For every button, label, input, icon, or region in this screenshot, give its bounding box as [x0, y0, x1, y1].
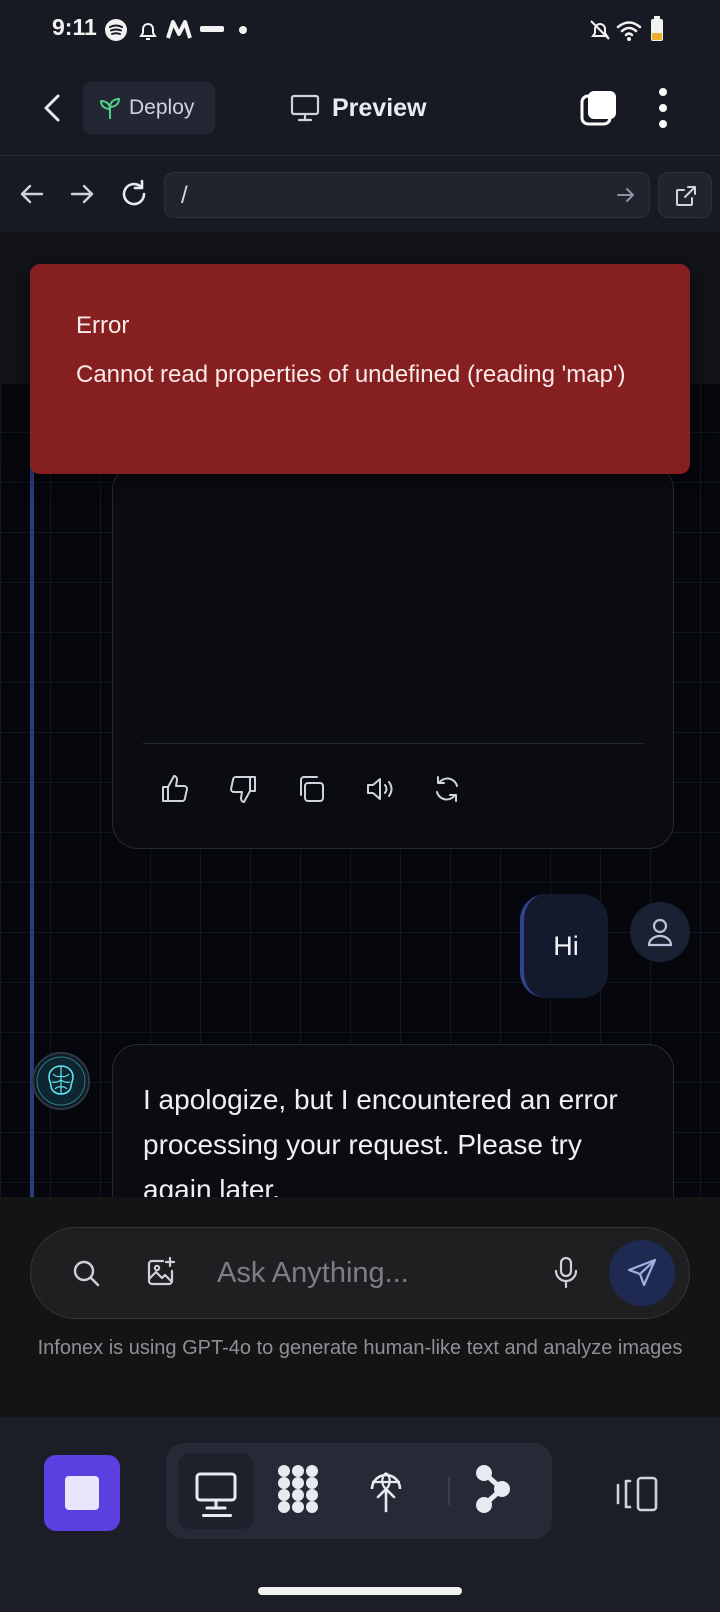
more-menu-button[interactable] — [648, 86, 678, 130]
card-divider — [143, 743, 643, 744]
chat-input-area: Infonex is using GPT-4o to generate huma… — [0, 1197, 720, 1417]
layout-panel-icon[interactable] — [614, 1475, 660, 1513]
user-message-bubble: Hi — [520, 894, 608, 998]
bot-message-text: I apologize, but I encountered an error … — [143, 1084, 618, 1197]
error-message: Cannot read properties of undefined (rea… — [76, 361, 626, 388]
arrow-right-small-icon[interactable] — [615, 184, 637, 206]
search-icon[interactable] — [71, 1258, 101, 1288]
app-header: Deploy Preview — [0, 60, 720, 156]
sprout-icon — [100, 98, 120, 119]
arrow-right-icon — [70, 184, 94, 204]
share-nodes-icon[interactable] — [472, 1463, 512, 1515]
open-external-button[interactable] — [658, 172, 712, 218]
mic-icon[interactable] — [553, 1256, 579, 1290]
send-button[interactable] — [609, 1240, 675, 1306]
user-message-text: Hi — [553, 930, 579, 961]
zomato-icon — [200, 26, 224, 32]
external-link-icon — [676, 186, 696, 206]
home-indicator[interactable] — [258, 1587, 462, 1595]
chevron-left-icon — [44, 94, 60, 122]
tabs-button[interactable] — [578, 88, 618, 128]
monitor-icon — [195, 1472, 237, 1510]
deploy-label: Deploy — [129, 96, 195, 119]
ai-brain-icon — [36, 1056, 86, 1106]
preview-title: Preview — [290, 82, 427, 134]
ask-input[interactable] — [217, 1246, 527, 1300]
deploy-globe-icon[interactable] — [366, 1463, 406, 1513]
send-icon — [627, 1258, 657, 1287]
reload-button[interactable] — [116, 176, 152, 212]
deploy-button[interactable]: Deploy — [83, 82, 215, 134]
tabs-icon — [580, 91, 616, 126]
grid-dots-icon[interactable] — [274, 1463, 322, 1515]
nav-back-button[interactable] — [14, 176, 50, 212]
speaker-icon[interactable] — [363, 773, 395, 805]
bell-off-icon — [590, 20, 610, 40]
bot-message-card — [112, 464, 674, 849]
url-field[interactable]: / — [164, 172, 650, 218]
message-actions — [159, 773, 463, 805]
ask-bar — [30, 1227, 690, 1319]
status-bar: 9:11 — [0, 0, 720, 60]
url-path: / — [181, 182, 188, 209]
refresh-icon — [122, 179, 146, 206]
active-tool-indicator — [202, 1514, 232, 1517]
app-m-icon — [166, 20, 192, 39]
tool-group — [166, 1443, 552, 1539]
music-app-icon — [105, 19, 127, 41]
nav-forward-button[interactable] — [64, 176, 100, 212]
url-bar-row: / — [0, 156, 720, 232]
arrow-left-icon — [20, 184, 44, 204]
stop-icon — [65, 1476, 99, 1510]
stop-button[interactable] — [44, 1455, 120, 1531]
thumbs-down-icon[interactable] — [227, 773, 259, 805]
image-add-icon[interactable] — [145, 1256, 177, 1288]
copy-icon[interactable] — [295, 773, 327, 805]
tool-preview-button[interactable] — [178, 1453, 254, 1529]
error-title: Error — [76, 312, 130, 339]
bot-avatar — [32, 1052, 90, 1110]
model-disclaimer: Infonex is using GPT-4o to generate huma… — [37, 1337, 683, 1359]
more-vertical-icon — [659, 88, 667, 128]
battery-icon — [651, 16, 663, 41]
bell-icon — [139, 23, 157, 40]
status-time: 9:11 — [52, 14, 97, 40]
user-avatar — [630, 902, 690, 962]
monitor-icon — [290, 94, 320, 122]
bot-message-card: I apologize, but I encountered an error … — [112, 1044, 674, 1197]
user-icon — [647, 918, 673, 947]
thumbs-up-icon[interactable] — [159, 773, 191, 805]
wifi-icon — [616, 21, 642, 41]
preview-label: Preview — [332, 93, 427, 122]
notification-dot-icon — [239, 26, 247, 34]
error-toast[interactable]: Error Cannot read properties of undefine… — [30, 264, 690, 474]
back-button[interactable] — [36, 90, 72, 126]
tool-separator — [448, 1477, 450, 1505]
regenerate-icon[interactable] — [431, 773, 463, 805]
bottom-toolbar — [0, 1417, 720, 1612]
